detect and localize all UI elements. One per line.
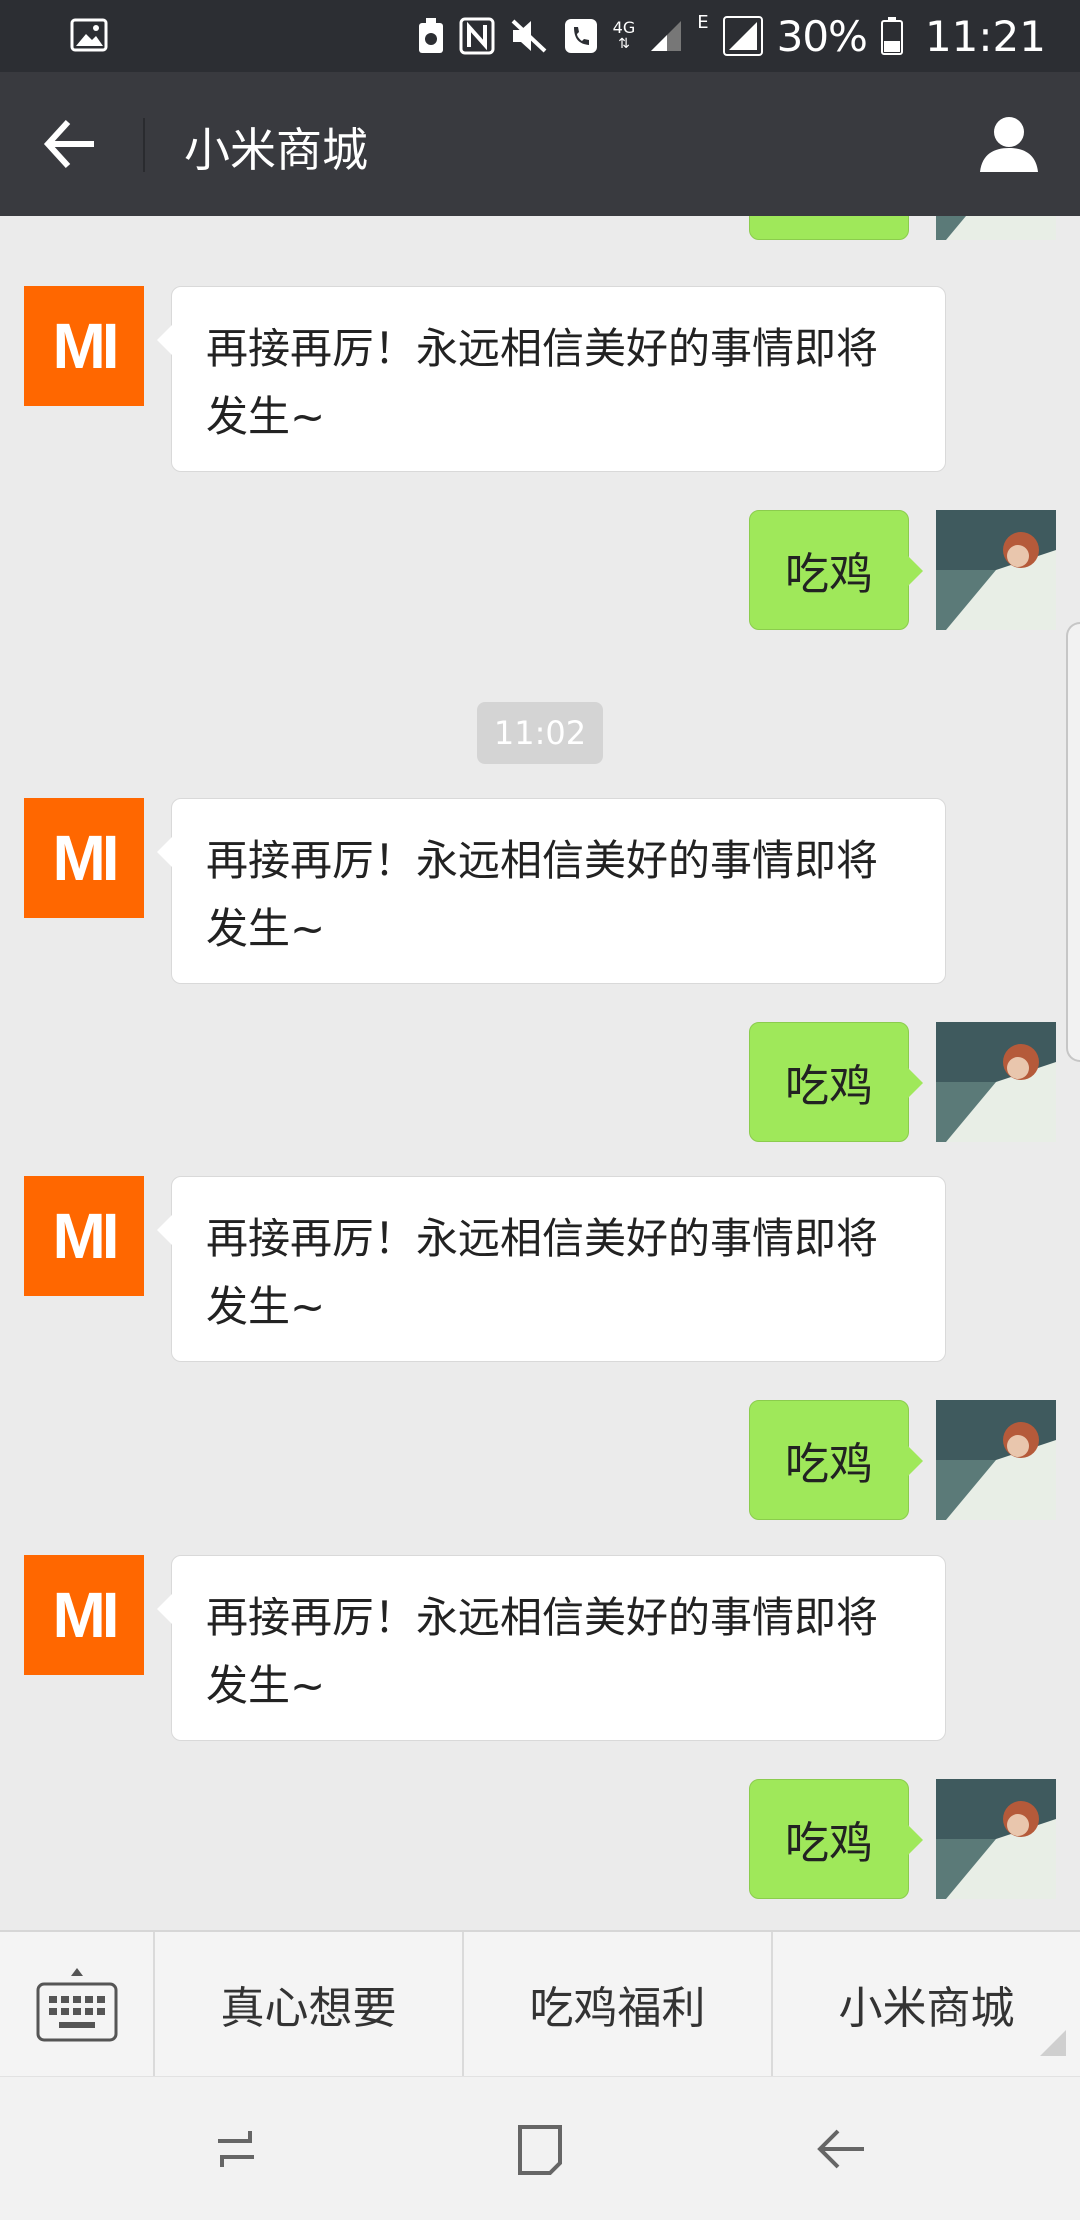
- outgoing-bubble[interactable]: 吃鸡: [749, 216, 909, 240]
- user-avatar[interactable]: [936, 510, 1056, 630]
- user-avatar[interactable]: [936, 1400, 1056, 1520]
- outgoing-bubble[interactable]: 吃鸡: [749, 1022, 923, 1142]
- call-icon: [563, 17, 599, 55]
- submenu-indicator-icon: [1040, 2030, 1066, 2056]
- home-button[interactable]: [510, 2119, 570, 2179]
- menu-item-label: 吃鸡福利: [529, 1983, 706, 2034]
- menu-item-sincere[interactable]: 真心想要: [155, 1932, 464, 2076]
- app-bar-divider: [143, 118, 145, 172]
- network-4g: 4G ⇅: [612, 18, 636, 53]
- arrow-left-icon: [43, 119, 94, 169]
- network-e: E: [697, 12, 708, 33]
- outgoing-bubble[interactable]: 吃鸡: [749, 1779, 923, 1899]
- user-avatar[interactable]: [936, 1779, 1056, 1899]
- message-text: 吃鸡: [785, 1061, 873, 1112]
- signal-icon: [649, 19, 683, 53]
- image-icon: [70, 18, 108, 52]
- user-avatar[interactable]: [936, 216, 1056, 240]
- incoming-bubble[interactable]: 再接再厉！永远相信美好的事情即将发生~: [157, 1555, 946, 1741]
- network-4g-label: 4G: [612, 18, 636, 37]
- mi-logo: MI: [52, 310, 119, 382]
- user-avatar[interactable]: [936, 1022, 1056, 1142]
- menu-item-mi-store[interactable]: 小米商城: [773, 1932, 1080, 2076]
- mi-logo: MI: [52, 822, 119, 894]
- back-icon: [817, 2129, 864, 2169]
- navigation-bar: [0, 2076, 1080, 2220]
- mi-avatar[interactable]: MI: [24, 1555, 144, 1675]
- message-text: 吃鸡: [785, 1439, 873, 1490]
- page-title: 小米商城: [184, 123, 368, 177]
- back-button[interactable]: [40, 114, 100, 174]
- message-text: 再接再厉！永远相信美好的事情即将发生~: [206, 1593, 879, 1710]
- network-e-label: E: [697, 12, 709, 33]
- signal-full-icon: [722, 16, 763, 56]
- outgoing-bubble[interactable]: 吃鸡: [749, 510, 923, 630]
- incoming-bubble[interactable]: 再接再厉！永远相信美好的事情即将发生~: [157, 798, 946, 984]
- status-bar: 4G ⇅ E 30% 11:21: [0, 0, 1080, 72]
- message-text: 吃鸡: [785, 1818, 873, 1869]
- profile-button[interactable]: [976, 112, 1042, 178]
- message-text: 吃鸡: [785, 549, 873, 600]
- incoming-bubble[interactable]: 再接再厉！永远相信美好的事情即将发生~: [157, 1176, 946, 1362]
- mi-avatar[interactable]: MI: [24, 1176, 144, 1296]
- recycle-icon: [417, 17, 445, 55]
- mi-logo: MI: [52, 1200, 119, 1272]
- app-bar: 小米商城: [0, 72, 1080, 216]
- battery-percent: 30%: [776, 11, 868, 61]
- nfc-icon: [459, 17, 495, 55]
- battery-icon: [880, 17, 903, 55]
- menu-item-chicken-benefits[interactable]: 吃鸡福利: [464, 1932, 773, 2076]
- keyboard-toggle-button[interactable]: [0, 1932, 155, 2076]
- recent-apps-button[interactable]: [206, 2119, 266, 2179]
- message-text: 再接再厉！永远相信美好的事情即将发生~: [206, 1214, 879, 1331]
- mi-logo: MI: [52, 1579, 119, 1651]
- person-icon: [980, 117, 1038, 172]
- keyboard-icon: [36, 1968, 117, 2042]
- recent-apps-icon: [218, 2131, 254, 2167]
- message-text: 再接再厉！永远相信美好的事情即将发生~: [206, 324, 879, 441]
- mi-avatar[interactable]: MI: [24, 286, 144, 406]
- incoming-bubble[interactable]: 再接再厉！永远相信美好的事情即将发生~: [157, 286, 946, 472]
- menu-item-label: 小米商城: [838, 1983, 1015, 2034]
- mi-avatar[interactable]: MI: [24, 798, 144, 918]
- system-back-button[interactable]: [810, 2119, 870, 2179]
- timestamp: 11:02: [477, 702, 603, 764]
- mute-icon: [509, 17, 549, 55]
- message-text: 再接再厉！永远相信美好的事情即将发生~: [206, 836, 879, 953]
- chat-area[interactable]: 吃鸡 MI 再接再厉！永远相信美好的事情即将发生~ 吃鸡 11:02 MI 再接…: [0, 216, 1080, 1930]
- outgoing-bubble[interactable]: 吃鸡: [749, 1400, 923, 1520]
- menu-item-label: 真心想要: [220, 1983, 397, 2034]
- home-icon: [518, 2125, 562, 2175]
- menu-bar: 真心想要 吃鸡福利 小米商城: [0, 1930, 1080, 2076]
- clock: 11:21: [924, 11, 1046, 61]
- scroll-handle[interactable]: [1066, 622, 1080, 1062]
